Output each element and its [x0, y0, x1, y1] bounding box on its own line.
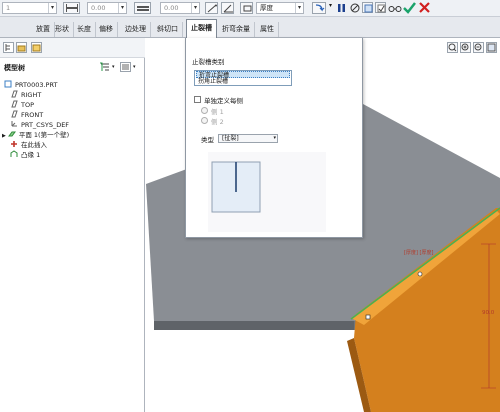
flange-wall-icon — [10, 150, 18, 157]
chevron-down-icon[interactable]: ▾ — [48, 3, 56, 13]
tab-edge-treatment[interactable]: 边处理 — [121, 22, 151, 37]
tab-relief[interactable]: 止裂槽 — [186, 19, 217, 38]
side1-label: 侧 1 — [211, 108, 224, 116]
insert-marker-icon — [11, 141, 17, 147]
list-item[interactable]: 折弯止裂槽 — [196, 71, 290, 79]
pause-icon[interactable] — [337, 3, 346, 15]
chevron-down-icon[interactable]: ▾ — [191, 3, 199, 13]
chevron-down-icon[interactable]: ▾ — [133, 64, 136, 70]
type-field-value: 1 — [6, 4, 11, 12]
stop-icon[interactable] — [350, 3, 360, 15]
thickness-field-label: 厚度 — [260, 4, 273, 12]
coordinate-system-icon — [11, 121, 17, 127]
relief-preview-image — [208, 152, 326, 232]
preview-icon[interactable] — [362, 2, 373, 13]
show-options-icon[interactable] — [120, 62, 131, 72]
side1-radio[interactable] — [201, 107, 208, 114]
datum-plane-icon — [11, 100, 18, 108]
separate-sides-label: 单独定义每侧 — [204, 97, 243, 105]
tab-offset[interactable]: 偏移 — [95, 22, 118, 37]
relief-panel: 止裂槽类别 折弯止裂槽 拐角止裂槽 单独定义每侧 侧 1 侧 2 类型 [扯裂]… — [185, 38, 363, 238]
model-tree-title: 模型树 — [4, 64, 25, 72]
side2-label: 侧 2 — [211, 118, 224, 126]
height-dimension-value[interactable]: 90.0 — [482, 310, 494, 316]
ok-icon[interactable] — [403, 2, 416, 16]
chevron-down-icon[interactable]: ▾ — [112, 64, 115, 70]
tree-item-datum-right[interactable]: RIGHT — [10, 90, 41, 100]
tree-item-flange[interactable]: 凸缘 1 — [10, 150, 40, 160]
list-item[interactable]: 拐角止裂槽 — [196, 78, 290, 85]
tab-miter-cut[interactable]: 斜切口 — [153, 22, 183, 37]
relief-category-label: 止裂槽类别 — [192, 58, 225, 66]
tree-item-datum-top[interactable]: TOP — [10, 100, 34, 110]
chevron-down-icon[interactable]: ▾ — [295, 3, 303, 13]
chevron-down-icon[interactable]: ▾ — [329, 2, 334, 14]
tab-shape[interactable]: 形状 — [51, 22, 74, 37]
relief-type-select[interactable]: [扯裂] ▾ — [218, 134, 278, 143]
thickness-field[interactable]: 厚度 ▾ — [256, 2, 304, 14]
relief-category-list[interactable]: 折弯止裂槽 拐角止裂槽 — [194, 70, 292, 86]
tree-item-insert-here[interactable]: 在此插入 — [10, 140, 47, 150]
drag-handle[interactable] — [417, 271, 423, 277]
offset-field[interactable]: 0.00 ▾ — [160, 2, 200, 14]
type-field[interactable]: 1 ▾ — [2, 2, 57, 14]
dimension-icon[interactable] — [205, 2, 218, 14]
glasses-icon[interactable] — [388, 3, 402, 15]
tree-settings-icon[interactable] — [99, 62, 111, 74]
favorites-icon[interactable] — [31, 42, 42, 53]
offset-type-icon[interactable] — [134, 2, 151, 14]
expand-arrow-icon[interactable]: ▶ — [2, 133, 6, 139]
chevron-down-icon[interactable]: ▾ — [118, 3, 126, 13]
dashboard-tabs: 放置 形状 长度 偏移 边处理 斜切口 止裂槽 折弯余量 属性 — [0, 17, 500, 38]
separate-sides-checkbox[interactable] — [194, 96, 201, 103]
base-wall-edge — [154, 321, 354, 330]
model-tree-tab-icon[interactable] — [3, 42, 14, 53]
flip-icon[interactable] — [312, 2, 326, 14]
navigator-toolbar — [0, 38, 145, 58]
tab-length[interactable]: 长度 — [73, 22, 96, 37]
offset-field-value: 0.00 — [164, 4, 179, 12]
folder-browser-icon[interactable] — [16, 42, 27, 53]
relief-type-label: 类型 — [201, 136, 214, 144]
tab-properties[interactable]: 属性 — [256, 22, 279, 37]
tree-item-planar-wall[interactable]: ▶ 平面 1(第一个壁) — [2, 130, 69, 140]
navigator-panel: 模型树 ▾ ▾ PRT0003.PRT RIGHT TOP FRONT PRT_… — [0, 38, 145, 412]
length-type-icon[interactable] — [63, 2, 80, 14]
angle-icon[interactable] — [221, 2, 234, 14]
thickness-tag[interactable]: [厚度] [厚度] — [404, 249, 433, 256]
cancel-icon[interactable] — [419, 2, 430, 15]
datum-plane-icon — [11, 90, 18, 98]
planar-wall-icon — [7, 131, 16, 137]
side2-radio[interactable] — [201, 117, 208, 124]
chevron-down-icon[interactable]: ▾ — [273, 135, 276, 142]
corner-handle[interactable] — [365, 314, 371, 320]
length-field[interactable]: 0.00 ▾ — [87, 2, 127, 14]
tree-item-datum-front[interactable]: FRONT — [10, 110, 43, 120]
tree-item-csys[interactable]: PRT_CSYS_DEF — [10, 120, 69, 130]
verify-icon[interactable] — [375, 2, 386, 13]
tab-bend-allowance[interactable]: 折弯余量 — [218, 22, 255, 37]
length-field-value: 0.00 — [91, 4, 106, 12]
datum-plane-icon — [11, 110, 18, 118]
part-icon — [4, 80, 12, 88]
feature-toolbar: 1 ▾ 0.00 ▾ 0.00 ▾ 厚度 ▾ ▾ — [0, 0, 500, 17]
relief-type-value: [扯裂] — [222, 135, 239, 142]
thickness-flip-icon[interactable] — [240, 2, 253, 14]
tree-item-part[interactable]: PRT0003.PRT — [4, 80, 57, 90]
